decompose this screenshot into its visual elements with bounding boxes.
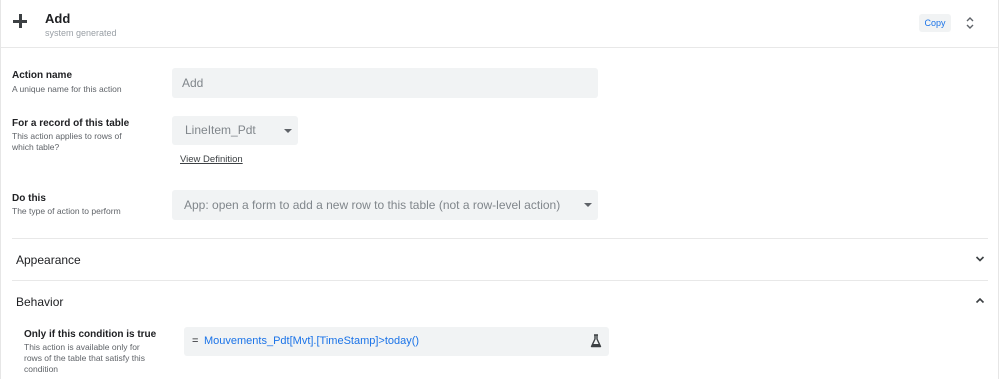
table-label: For a record of this table [12, 118, 130, 129]
condition-expression-input[interactable]: = Mouvements_Pdt[Mvt].[TimeStamp]>today(… [184, 327, 609, 356]
view-definition-link[interactable]: View Definition [180, 154, 243, 165]
table-description-line2: which table? [12, 142, 60, 152]
chevron-up-icon[interactable] [975, 296, 985, 306]
appearance-section-title[interactable]: Appearance [16, 253, 81, 267]
condition-expression[interactable]: Mouvements_Pdt[Mvt].[TimeStamp]>today() [204, 335, 419, 347]
copy-button[interactable]: Copy [919, 14, 951, 32]
action-header[interactable]: Add system generated Copy [1, 0, 998, 48]
section-divider [12, 238, 988, 239]
do-this-select-value: App: open a form to add a new row to thi… [184, 198, 561, 212]
action-title: Add [45, 11, 71, 26]
do-this-select[interactable]: App: open a form to add a new row to thi… [172, 190, 598, 220]
condition-description-line1: This action is available only for [24, 342, 140, 352]
action-subtitle: system generated [45, 28, 117, 38]
do-this-label: Do this [12, 193, 46, 204]
table-select[interactable]: LineItem_Pdt [172, 116, 298, 145]
action-name-description: A unique name for this action [12, 84, 122, 94]
action-name-input[interactable]: Add [172, 68, 598, 98]
table-description-line1: This action applies to rows of [12, 131, 122, 141]
flask-icon[interactable] [590, 334, 602, 348]
action-editor: Add system generated Copy Action name A … [0, 0, 999, 379]
chevron-down-icon[interactable] [975, 254, 985, 264]
caret-down-icon [284, 129, 292, 133]
behavior-section-title[interactable]: Behavior [16, 295, 63, 309]
action-name-label: Action name [12, 70, 73, 81]
unfold-icon[interactable] [964, 16, 976, 30]
condition-description-line2: rows of the table that satisfy this [24, 353, 145, 363]
caret-down-icon [584, 203, 592, 207]
section-divider [12, 280, 988, 281]
condition-description-line3: condition [24, 364, 59, 374]
plus-icon [12, 13, 28, 29]
table-select-value: LineItem_Pdt [185, 123, 256, 137]
equals-sign: = [192, 335, 199, 347]
condition-label: Only if this condition is true [24, 329, 157, 340]
do-this-description: The type of action to perform [12, 206, 121, 216]
